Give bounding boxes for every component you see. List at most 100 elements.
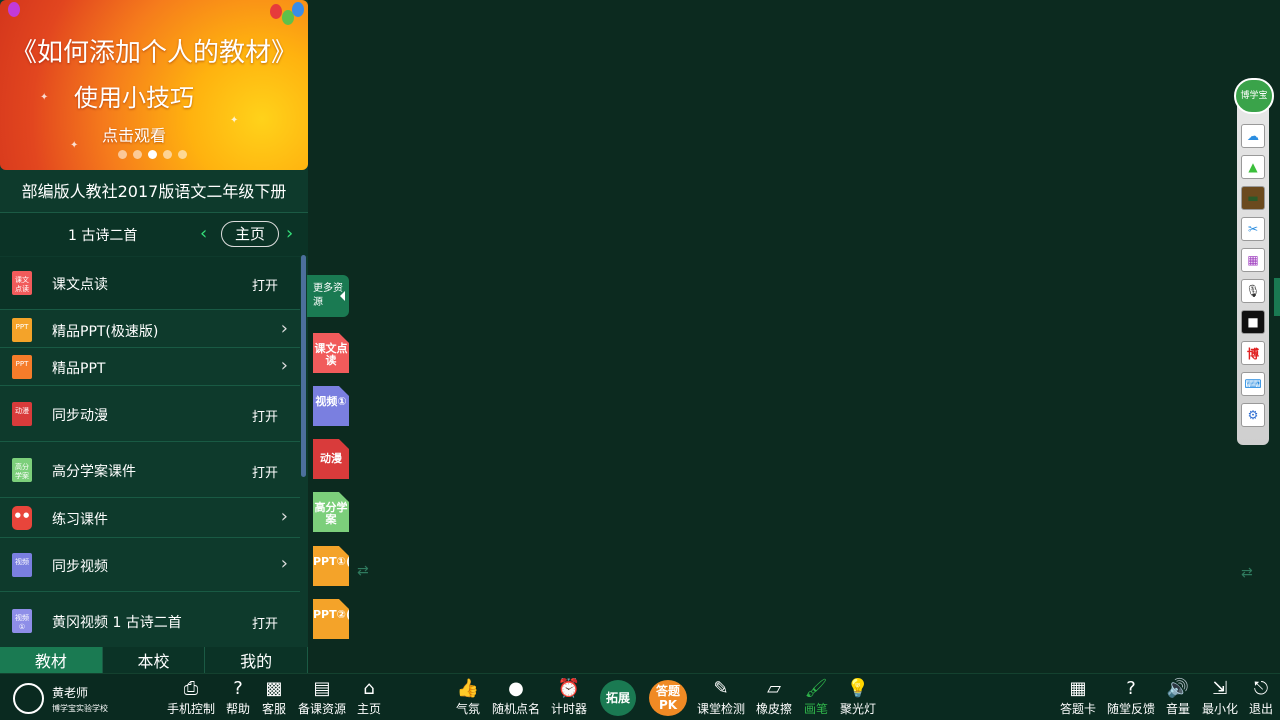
resource-list: 课文点读 课文点读 打开 PPT 精品PPT(极速版) › PPT 精品PPT … bbox=[0, 257, 300, 647]
list-item[interactable]: ● ● 练习课件 › bbox=[0, 498, 300, 538]
chevron-left-icon[interactable]: ‹ bbox=[200, 223, 207, 244]
app-logo[interactable]: 博学宝 bbox=[1234, 78, 1274, 114]
minimize-icon: ⇲ bbox=[1212, 678, 1228, 699]
side-tile-video[interactable]: 视频① bbox=[313, 386, 349, 426]
carousel-dot[interactable] bbox=[178, 150, 187, 159]
side-tile-ppt-fast-2[interactable]: PPT②(极) bbox=[313, 599, 349, 639]
resource-label: 精品PPT(极速版) bbox=[52, 324, 159, 340]
class-test-button[interactable]: ✎ 课堂检测 bbox=[697, 678, 745, 717]
side-tile-reading[interactable]: 课文点读 bbox=[313, 333, 349, 373]
phone-control-icon: ⎙ bbox=[183, 678, 199, 699]
tab-school[interactable]: 本校 bbox=[103, 647, 206, 674]
library-tabs: 教材 本校 我的 bbox=[0, 647, 309, 674]
home-button[interactable]: 主页 bbox=[221, 221, 279, 247]
video-doc-icon: 视频 bbox=[12, 553, 32, 577]
swap-panel-icon[interactable]: ⇄ bbox=[357, 563, 369, 579]
animation-doc-icon: 动漫 bbox=[12, 402, 32, 426]
thumbs-up-icon: 👍 bbox=[456, 678, 480, 699]
chevron-right-icon[interactable]: › bbox=[281, 553, 288, 574]
list-item[interactable]: 课文点读 课文点读 打开 bbox=[0, 257, 300, 310]
keyboard-icon[interactable]: ⌨ bbox=[1241, 372, 1265, 396]
right-edge-handle[interactable] bbox=[1274, 278, 1280, 316]
banner-watch-link[interactable]: 点击观看 bbox=[0, 122, 288, 146]
checklist-icon: ✎ bbox=[713, 678, 729, 699]
bo-logo-icon[interactable]: 博 bbox=[1241, 341, 1265, 365]
chevron-right-icon[interactable]: › bbox=[281, 355, 288, 376]
blackboard-icon[interactable]: ▬ bbox=[1241, 186, 1265, 210]
reading-doc-icon: 课文点读 bbox=[12, 271, 32, 295]
side-tile-ppt-fast-1[interactable]: PPT①(极) bbox=[313, 546, 349, 586]
atmosphere-button[interactable]: 👍 气氛 bbox=[456, 678, 480, 717]
bottom-toolbar: 黄老师 博学宝实验学校 ⎙ 手机控制 ? 帮助 ▩ 客服 ▤ 备课资源 ⌂ 主页… bbox=[0, 673, 1280, 720]
home-icon: ⌂ bbox=[363, 678, 375, 699]
film-icon[interactable]: ▦ bbox=[1241, 248, 1265, 272]
chevron-right-icon[interactable]: › bbox=[286, 223, 293, 244]
exit-button[interactable]: ⎋ 退出 bbox=[1249, 678, 1273, 717]
resource-label: 同步动漫 bbox=[52, 408, 108, 424]
list-item[interactable]: 高分学案 高分学案课件 打开 bbox=[0, 442, 300, 498]
carousel-dot-active[interactable] bbox=[148, 150, 157, 159]
timer-button[interactable]: ⏰ 计时器 bbox=[551, 678, 587, 717]
scrollbar[interactable] bbox=[301, 255, 306, 477]
teacher-name: 黄老师 bbox=[52, 686, 89, 700]
promo-banner[interactable]: ✦ ✦ ✦ 《如何添加个人的教材》 使用小技巧 点击观看 bbox=[0, 0, 308, 170]
tab-textbook[interactable]: 教材 bbox=[0, 647, 103, 674]
side-tile-study-plan[interactable]: 高分学案 bbox=[313, 492, 349, 532]
tab-mine[interactable]: 我的 bbox=[205, 647, 309, 674]
settings-gear-icon[interactable]: ⚙ bbox=[1241, 403, 1265, 427]
chapter-nav: 1 古诗二首 ‹ 主页 › bbox=[0, 212, 308, 256]
quiz-pk-button[interactable]: 答题PK bbox=[649, 680, 687, 716]
list-item[interactable]: 视频 同步视频 › bbox=[0, 538, 300, 592]
chapter-name: 1 古诗二首 bbox=[68, 228, 138, 244]
open-button[interactable]: 打开 bbox=[252, 406, 278, 425]
resource-label: 课文点读 bbox=[52, 277, 108, 293]
minimize-button[interactable]: ⇲ 最小化 bbox=[1202, 678, 1238, 717]
more-resources-toggle[interactable]: 更多资源 bbox=[307, 275, 349, 317]
spotlight-square-icon[interactable]: ■ bbox=[1241, 310, 1265, 334]
help-button[interactable]: ? 帮助 bbox=[226, 678, 250, 717]
microphone-icon[interactable]: 🎙 bbox=[1241, 279, 1265, 303]
list-item[interactable]: 视频① 黄冈视频 1 古诗二首 打开 bbox=[0, 592, 300, 648]
speaker-icon: 🔊 bbox=[1166, 678, 1190, 699]
volume-button[interactable]: 🔊 音量 bbox=[1166, 678, 1190, 717]
open-button[interactable]: 打开 bbox=[252, 275, 278, 294]
open-button[interactable]: 打开 bbox=[252, 613, 278, 632]
feedback-icon: ? bbox=[1126, 678, 1136, 699]
random-call-button[interactable]: ● 随机点名 bbox=[492, 678, 540, 717]
highlighter-icon[interactable]: ▲ bbox=[1241, 155, 1265, 179]
left-resource-panel: ✦ ✦ ✦ 《如何添加个人的教材》 使用小技巧 点击观看 部编版人教社2017版… bbox=[0, 0, 309, 674]
prep-resources-button[interactable]: ▤ 备课资源 bbox=[298, 678, 346, 717]
expand-button[interactable]: 拓展 bbox=[600, 680, 636, 716]
chevron-right-icon[interactable]: › bbox=[281, 506, 288, 527]
avatar[interactable] bbox=[13, 683, 44, 714]
ppt-doc-icon: PPT bbox=[12, 355, 32, 379]
answer-card-button[interactable]: ▦ 答题卡 bbox=[1060, 678, 1096, 717]
banner-title: 《如何添加个人的教材》 bbox=[10, 38, 297, 68]
resource-label: 高分学案课件 bbox=[52, 464, 136, 480]
list-item[interactable]: PPT 精品PPT(极速版) › bbox=[0, 310, 300, 348]
video-doc-icon: 视频① bbox=[12, 609, 32, 633]
carousel-dot[interactable] bbox=[163, 150, 172, 159]
swap-panel-icon[interactable]: ⇄ bbox=[1241, 565, 1253, 581]
feedback-button[interactable]: ? 随堂反馈 bbox=[1107, 678, 1155, 717]
scissors-icon[interactable]: ✂ bbox=[1241, 217, 1265, 241]
eraser-button[interactable]: ▱ 橡皮擦 bbox=[756, 678, 792, 717]
phone-control-button[interactable]: ⎙ 手机控制 bbox=[167, 678, 215, 717]
home-nav-button[interactable]: ⌂ 主页 bbox=[357, 678, 381, 717]
list-item[interactable]: PPT 精品PPT › bbox=[0, 348, 300, 386]
list-item[interactable]: 动漫 同步动漫 打开 bbox=[0, 386, 300, 442]
document-icon: ▤ bbox=[313, 678, 331, 699]
cloud-download-icon[interactable]: ☁ bbox=[1241, 124, 1265, 148]
spotlight-button[interactable]: 💡 聚光灯 bbox=[840, 678, 876, 717]
carousel-dot[interactable] bbox=[118, 150, 127, 159]
balloon-decoration bbox=[292, 2, 304, 17]
help-icon: ? bbox=[233, 678, 243, 699]
lightbulb-icon: 💡 bbox=[846, 678, 870, 699]
side-tile-animation[interactable]: 动漫 bbox=[313, 439, 349, 479]
pen-button[interactable]: 🖌 画笔 bbox=[804, 678, 828, 717]
chevron-right-icon[interactable]: › bbox=[281, 318, 288, 339]
carousel-dot[interactable] bbox=[133, 150, 142, 159]
open-button[interactable]: 打开 bbox=[252, 462, 278, 481]
exit-door-icon: ⎋ bbox=[1253, 678, 1269, 699]
support-button[interactable]: ▩ 客服 bbox=[262, 678, 286, 717]
